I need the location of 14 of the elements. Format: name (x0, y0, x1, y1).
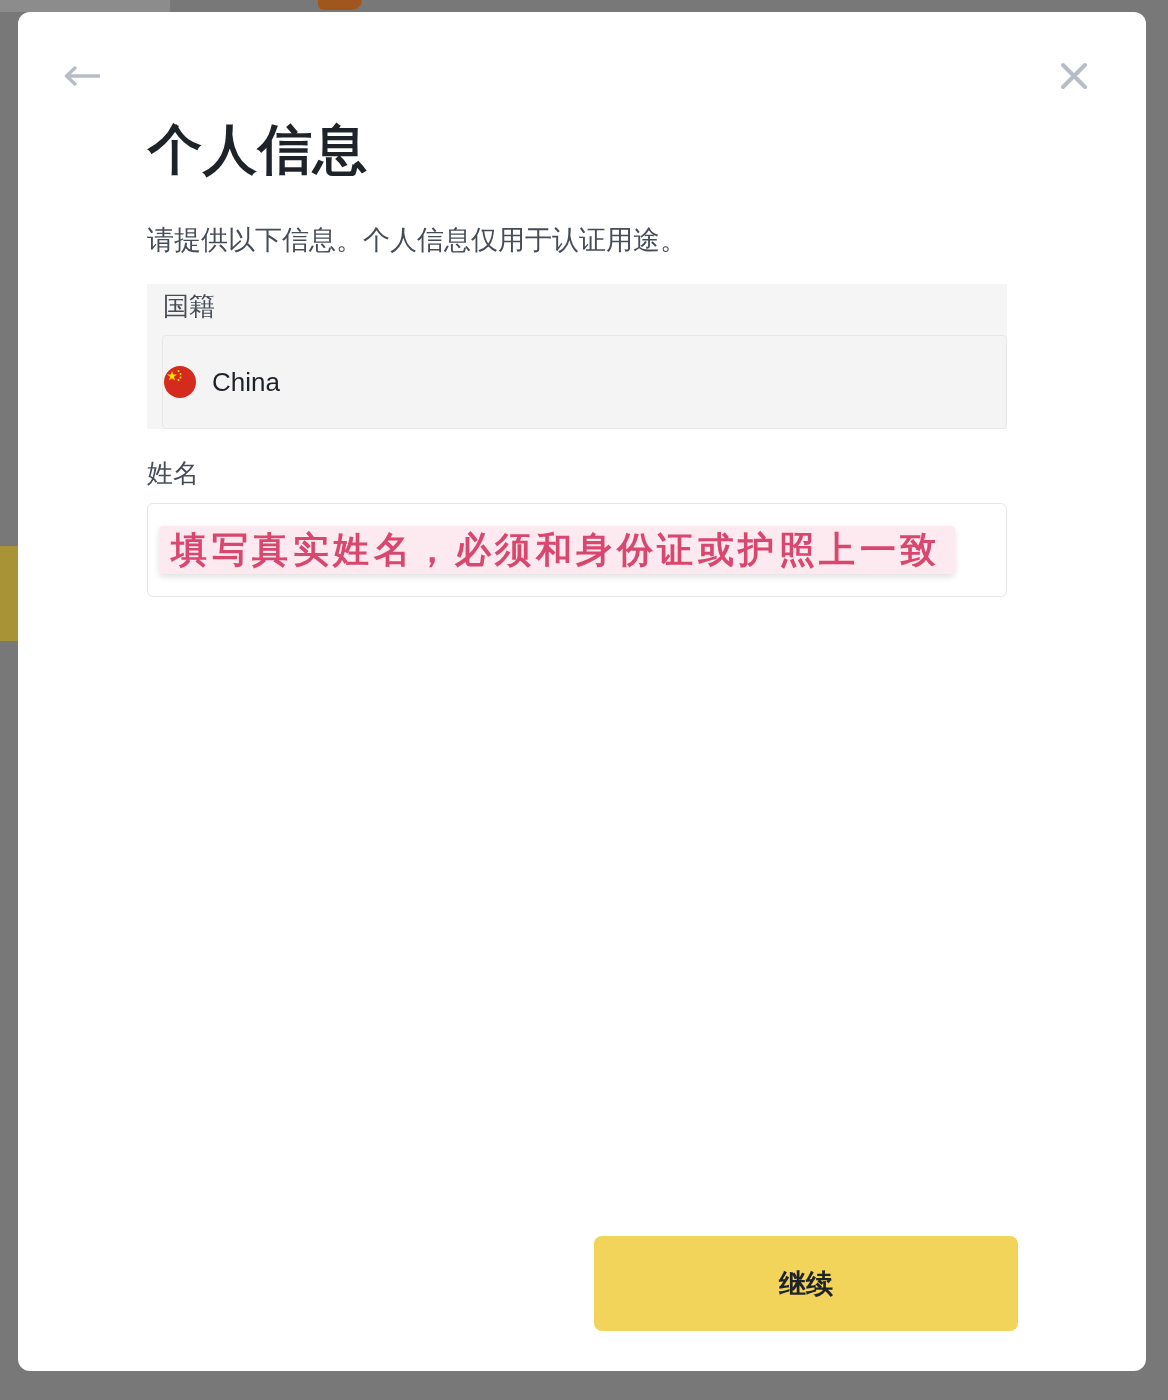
dialog-subtitle: 请提供以下信息。个人信息仅用于认证用途。 (147, 224, 687, 257)
back-arrow-icon (64, 66, 100, 86)
dialog-title: 个人信息 (148, 118, 368, 181)
nationality-value: China (212, 366, 280, 398)
back-button[interactable] (64, 66, 100, 86)
name-label: 姓名 (147, 457, 199, 490)
backdrop-illustration-edge (318, 0, 362, 10)
flag-icon (164, 366, 196, 398)
nationality-label: 国籍 (162, 290, 215, 323)
close-button[interactable] (1060, 62, 1088, 90)
annotation-note: 填写真实姓名，必须和身份证或护照上一致 (159, 526, 955, 574)
name-input-field[interactable]: 填写真实姓名，必须和身份证或护照上一致 (147, 503, 1007, 597)
continue-button[interactable]: 继续 (594, 1236, 1018, 1331)
close-icon (1060, 62, 1088, 90)
